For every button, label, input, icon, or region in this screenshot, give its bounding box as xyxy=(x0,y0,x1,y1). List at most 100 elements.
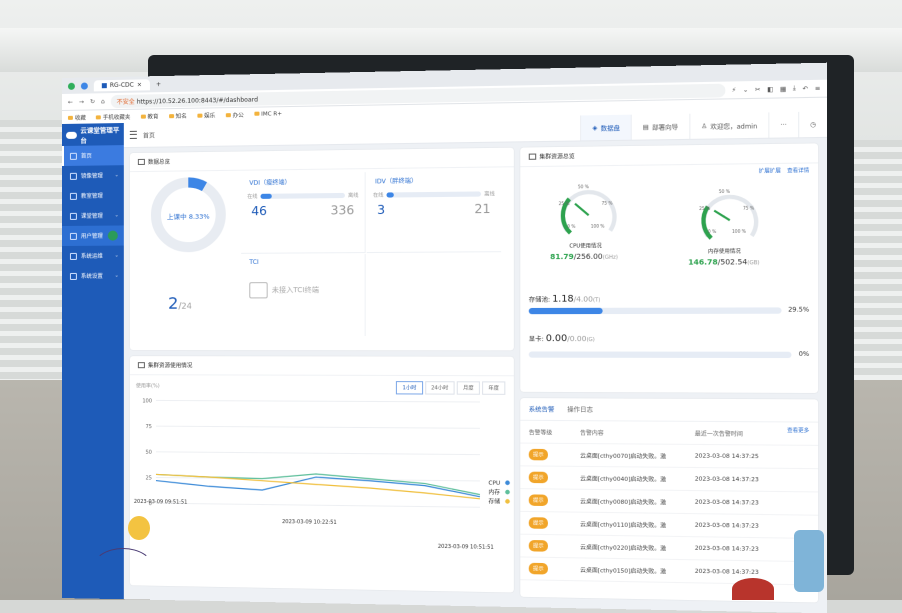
usage-chart-title: 集群资源使用情况 xyxy=(129,356,514,377)
overview-card: 数据总览 上课中 8.33% 2/24 VDI（瘦终端） 在线 离线 46 33… xyxy=(129,147,514,351)
cloud-logo-icon xyxy=(65,131,78,139)
wizard-icon: ▤ xyxy=(642,123,649,131)
bookmark-item[interactable]: 手机收藏夹 xyxy=(95,113,130,122)
idv-total: 21 xyxy=(474,201,491,217)
apps-grid-icon[interactable]: ▦ xyxy=(780,85,786,93)
tab-system-alarms[interactable]: 系统告警 xyxy=(529,404,555,413)
alarms-header: 告警等级 告警内容 最近一次告警时间 xyxy=(520,420,819,446)
bookmark-item[interactable]: 办公 xyxy=(225,111,244,119)
vdi-title: VDI（瘦终端） xyxy=(249,179,291,187)
gpu-row: 显卡: 0.00/0.00(G) 0% xyxy=(528,333,810,359)
vdi-total: 336 xyxy=(330,203,355,218)
home-icon[interactable]: ⌂ xyxy=(101,98,105,105)
alarm-row[interactable]: 提示 云桌面[cthy0040]启动失败。激 2023-03-08 14:37:23 xyxy=(520,466,819,493)
memory-gauge xyxy=(697,188,763,247)
alarm-level-badge: 提示 xyxy=(528,539,548,552)
alarm-time: 2023-03-08 14:37:23 xyxy=(694,522,759,530)
clock-icon[interactable]: ◷ xyxy=(797,111,827,138)
chart-time-end: 2023-03-09 10:51:51 xyxy=(437,543,494,551)
alarm-row[interactable]: 提示 云桌面[cthy0150]启动失败。激 2023-03-08 14:37:23 xyxy=(520,557,819,586)
cut-icon[interactable]: ✂ xyxy=(755,86,761,93)
alarm-time: 2023-03-08 14:37:25 xyxy=(694,452,759,460)
gpu-used: 0.00 xyxy=(545,333,568,345)
sidebar-item-courses[interactable]: 课堂管理 ⌄ xyxy=(62,205,124,226)
more-button[interactable]: ··· xyxy=(768,111,798,138)
menu-icon[interactable]: ≡ xyxy=(815,85,821,93)
main-content: 首页 ◈ 数据盘 ▤ 部署向导 ♙ 欢迎您，admin ··· ◷ 数据总览 上… xyxy=(123,111,827,613)
browser-tab[interactable]: RG-CDC × xyxy=(93,78,150,91)
sidebar-item-images[interactable]: 镜像管理 ⌄ xyxy=(62,165,124,186)
folder-icon xyxy=(196,113,203,118)
image-icon xyxy=(69,172,77,180)
back-icon[interactable]: ← xyxy=(68,98,73,105)
dropdown-icon[interactable]: ⌄ xyxy=(743,86,749,93)
lightning-icon[interactable]: ⚡ xyxy=(732,86,737,93)
data-disk-button[interactable]: ◈ 数据盘 xyxy=(580,114,631,141)
session-count-total: 24 xyxy=(181,301,192,311)
alarm-content: 云桌面[cthy0080]启动失败。激 xyxy=(580,498,667,506)
bookmark-item[interactable]: 收藏 xyxy=(67,114,86,122)
tci-title: TCI xyxy=(249,258,259,266)
idv-title: IDV（胖终端） xyxy=(375,177,418,186)
user-icon xyxy=(69,232,77,240)
y-tick-label: 25 xyxy=(146,475,152,481)
deploy-wizard-button[interactable]: ▤ 部署向导 xyxy=(630,113,690,140)
desk-figurine-right xyxy=(794,530,824,592)
classroom-icon xyxy=(69,192,77,200)
idv-online: 3 xyxy=(377,202,386,218)
storage-progress xyxy=(528,306,782,314)
user-menu-button[interactable]: ♙ 欢迎您，admin xyxy=(689,112,769,139)
y-tick-label: 100 xyxy=(142,398,152,404)
bookmark-item[interactable]: 教育 xyxy=(140,112,159,121)
chart-icon xyxy=(137,362,145,369)
storage-row: 存储池: 1.18/4.00(T) 29.5% xyxy=(528,294,810,314)
chart-gridline xyxy=(156,503,480,507)
chart-gridline xyxy=(156,452,480,455)
home-icon xyxy=(69,152,77,160)
breadcrumb[interactable]: 首页 xyxy=(143,130,155,139)
alarm-level-badge: 提示 xyxy=(528,562,548,575)
legend-swatch[interactable] xyxy=(505,480,510,486)
sidebar-item-users[interactable]: 用户管理 xyxy=(62,225,124,246)
forward-icon[interactable]: → xyxy=(79,98,84,105)
alarm-level-badge: 提示 xyxy=(528,471,548,484)
window-blind-left xyxy=(0,120,70,380)
new-tab-button[interactable]: + xyxy=(156,81,161,88)
alarm-content: 云桌面[cthy0110]启动失败。激 xyxy=(580,521,667,529)
chart-gridline xyxy=(156,477,480,480)
series-line-1 xyxy=(156,472,480,494)
undo-icon[interactable]: ↶ xyxy=(802,85,808,93)
alarm-content: 云桌面[cthy0070]启动失败。激 xyxy=(580,452,667,460)
detail-link[interactable]: 查看详情 xyxy=(787,168,809,175)
ring-label: 上课中 8.33% xyxy=(166,212,210,222)
legend-swatch[interactable] xyxy=(505,499,510,504)
tab-operation-log[interactable]: 操作日志 xyxy=(567,404,593,414)
chevron-down-icon: ⌄ xyxy=(114,272,119,279)
vdi-progress xyxy=(260,192,345,199)
alarm-content: 云桌面[cthy0040]启动失败。激 xyxy=(580,475,667,483)
desk-plant xyxy=(128,516,150,540)
folder-icon xyxy=(67,115,73,120)
hamburger-icon[interactable] xyxy=(129,130,137,139)
tci-panel: TCI 未接入TCI终端 xyxy=(241,254,366,336)
sidebar-item-home[interactable]: 首页 xyxy=(62,145,124,166)
alarms-more-link[interactable]: 查看更多 xyxy=(787,427,809,434)
monitor-icon xyxy=(528,153,537,160)
download-icon[interactable]: ⤓ xyxy=(793,84,796,93)
alarm-time: 2023-03-08 14:37:23 xyxy=(694,475,759,483)
sidebar-item-classrooms[interactable]: 教室管理 xyxy=(62,185,124,206)
alarm-level-badge: 提示 xyxy=(528,517,548,529)
expand-link[interactable]: 扩展扩展 xyxy=(759,168,781,175)
bookmark-item[interactable]: IMC R+ xyxy=(253,111,282,118)
chart-gridline xyxy=(156,426,480,428)
bookmark-item[interactable]: 娱乐 xyxy=(196,111,215,120)
extension-icon[interactable]: ◧ xyxy=(767,85,773,92)
reload-icon[interactable]: ↻ xyxy=(90,98,95,105)
folder-icon xyxy=(253,111,260,116)
legend-swatch[interactable] xyxy=(505,489,510,495)
sidebar-item-ops[interactable]: 系统运维 ⌄ xyxy=(62,246,124,266)
sidebar-item-settings[interactable]: 系统设置 ⌄ xyxy=(62,266,124,286)
bookmark-item[interactable]: 知名 xyxy=(168,112,187,120)
tab-close-icon[interactable]: × xyxy=(137,81,142,88)
alarm-row[interactable]: 提示 云桌面[cthy0070]启动失败。激 2023-03-08 14:37:25 xyxy=(520,443,819,470)
